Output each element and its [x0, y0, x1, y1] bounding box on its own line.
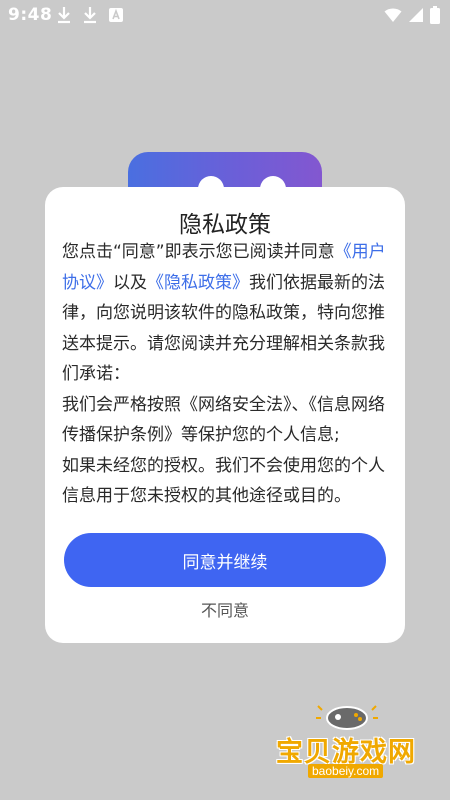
status-time: 9:48 — [8, 5, 53, 25]
status-notification-icons — [56, 6, 124, 24]
promise-1: 我们会严格按照《网络安全法》、《信息网络传播保护条例》等保护您的个人信息; — [62, 394, 385, 446]
download-icon — [82, 6, 98, 24]
battery-icon — [430, 6, 440, 28]
watermark: 宝贝游戏网 baobeiy.com — [270, 700, 440, 790]
intro-paragraph: 您点击“同意”即表示您已阅读并同意《用户协议》以及《隐私政策》我们依据最新的法律… — [62, 237, 388, 390]
status-bar: 9:48 — [0, 0, 450, 32]
agree-continue-button[interactable]: 同意并继续 — [64, 533, 386, 587]
signal-icon — [408, 7, 424, 27]
intro-prefix: 您点击“同意”即表示您已阅读并同意 — [62, 242, 335, 262]
promise-2: 如果未经您的授权。我们不会使用您的个人信息用于您未授权的其他途径或目的。 — [62, 455, 385, 507]
wifi-icon — [384, 7, 402, 27]
a-badge-icon — [108, 6, 124, 24]
status-system-icons — [384, 6, 440, 28]
dialog-body: 您点击“同意”即表示您已阅读并同意《用户协议》以及《隐私政策》我们依据最新的法律… — [62, 237, 388, 512]
watermark-url: baobeiy.com — [308, 764, 384, 778]
privacy-policy-link[interactable]: 《隐私政策》 — [147, 273, 249, 293]
dialog-title: 隐私政策 — [179, 212, 271, 238]
download-icon — [56, 6, 72, 24]
privacy-dialog: 隐私政策 您点击“同意”即表示您已阅读并同意《用户协议》以及《隐私政策》我们依据… — [45, 187, 405, 643]
disagree-button[interactable]: 不同意 — [45, 597, 405, 621]
intro-and: 以及 — [113, 272, 147, 293]
